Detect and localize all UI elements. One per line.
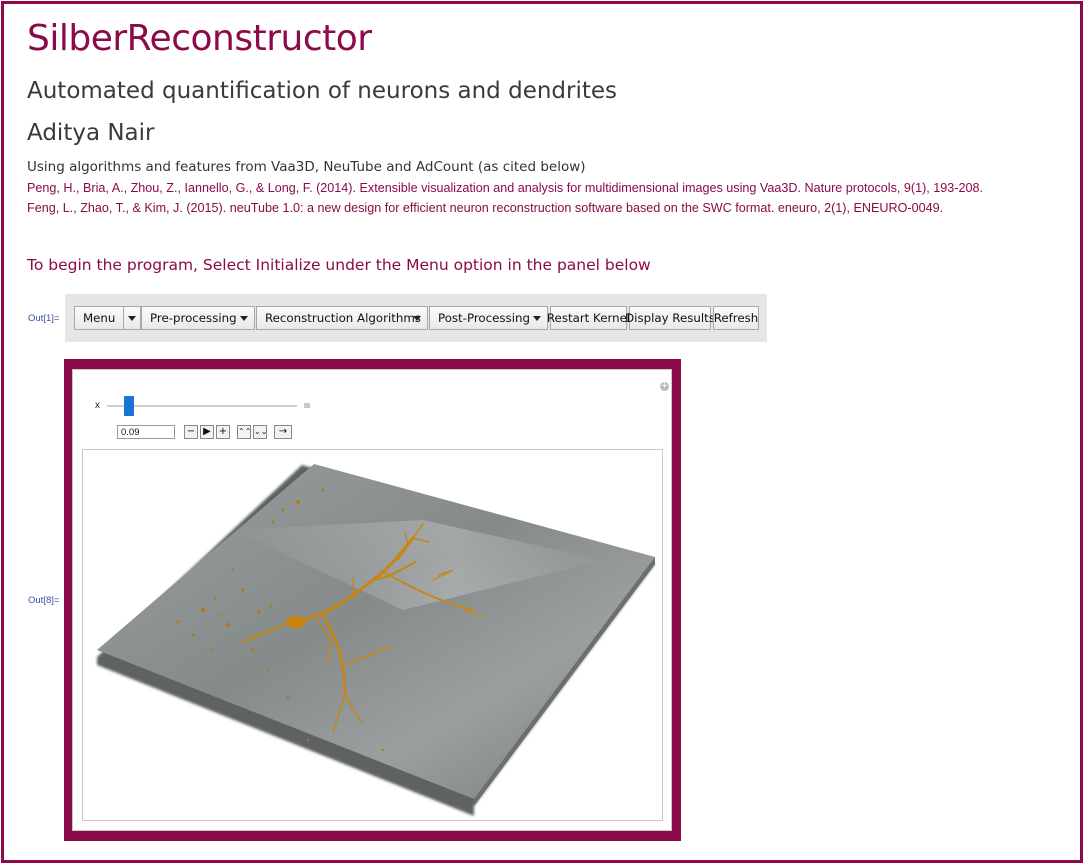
faster-button[interactable]: ⌃⌃ — [237, 425, 251, 439]
x-slider-thumb[interactable] — [124, 396, 134, 416]
chevron-down-icon — [240, 316, 248, 321]
postprocessing-label: Post-Processing — [438, 311, 530, 325]
author-name: Aditya Nair — [27, 120, 155, 146]
preprocessing-dropdown[interactable]: Pre-processing — [141, 306, 255, 330]
output-label-panel: Out[8]= — [28, 595, 60, 606]
manipulate-panel-border: + x 0.09 − ▶ + ⌃⌃ ⌄⌄ → — [64, 359, 681, 841]
citation-vaa3d: Peng, H., Bria, A., Zhou, Z., Iannello, … — [27, 181, 983, 195]
chevron-down-icon — [533, 316, 541, 321]
increment-button[interactable]: + — [216, 425, 230, 439]
play-button[interactable]: ▶ — [200, 425, 214, 439]
3d-plot-frame[interactable] — [82, 449, 663, 821]
slider-options-icon[interactable] — [304, 403, 310, 408]
neuron-3d-render[interactable] — [83, 450, 662, 820]
menu-button-label: Menu — [83, 311, 116, 325]
postprocessing-dropdown[interactable]: Post-Processing — [429, 306, 548, 330]
manipulate-panel: + x 0.09 − ▶ + ⌃⌃ ⌄⌄ → — [72, 369, 672, 831]
intro-text: Using algorithms and features from Vaa3D… — [27, 159, 586, 175]
neuron-soma — [286, 616, 306, 628]
slower-button[interactable]: ⌄⌄ — [253, 425, 267, 439]
slider-label: x — [95, 400, 100, 411]
display-results-button[interactable]: Display Results — [625, 306, 715, 330]
citation-neutube: Feng, L., Zhao, T., & Kim, J. (2015). ne… — [27, 201, 944, 215]
page-subtitle: Automated quantification of neurons and … — [27, 78, 618, 104]
output-label-toolbar: Out[1]= — [28, 313, 60, 324]
page-title: SilberReconstructor — [27, 18, 372, 59]
reconstruction-label: Reconstruction Algorithms — [265, 311, 421, 325]
action-toolbar: Menu Pre-processing Reconstruction Algor… — [65, 294, 767, 342]
refresh-button[interactable]: Refresh — [713, 306, 759, 330]
menu-button[interactable]: Menu — [74, 306, 124, 330]
slider-value-field[interactable]: 0.09 — [117, 425, 175, 439]
restart-kernel-button[interactable]: Restart Kernel — [547, 306, 630, 330]
reconstruction-dropdown[interactable]: Reconstruction Algorithms — [256, 306, 428, 330]
instruction-text: To begin the program, Select Initialize … — [27, 256, 651, 274]
decrement-button[interactable]: − — [184, 425, 198, 439]
direction-button[interactable]: → — [274, 425, 292, 439]
x-slider-track[interactable] — [107, 405, 297, 407]
chevron-down-icon — [128, 316, 136, 321]
preprocessing-label: Pre-processing — [150, 311, 237, 325]
menu-dropdown-arrow[interactable] — [123, 306, 141, 330]
add-icon[interactable]: + — [660, 382, 669, 391]
chevron-down-icon — [413, 316, 421, 321]
slab-top — [97, 464, 655, 799]
